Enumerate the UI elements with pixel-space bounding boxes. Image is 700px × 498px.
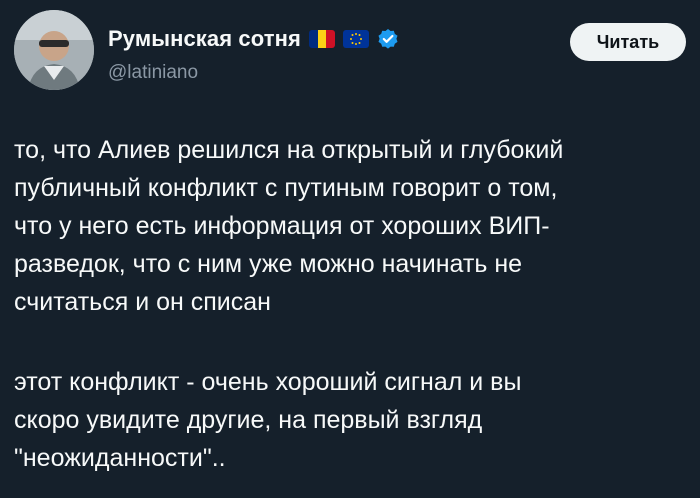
- tweet-header: Румынская сотня @latiniano Читать: [14, 10, 686, 94]
- follow-button[interactable]: Читать: [570, 23, 686, 61]
- tweet-text: то, что Алиев решился на открытый и глуб…: [14, 131, 686, 477]
- author-display-name[interactable]: Румынская сотня: [108, 26, 301, 52]
- verified-badge-icon: [377, 28, 399, 50]
- avatar[interactable]: [14, 10, 94, 90]
- tweet-paragraph: этот конфликт - очень хороший сигнал и в…: [14, 368, 522, 472]
- avatar-photo: [14, 10, 94, 90]
- flag-romania-icon: [308, 30, 335, 48]
- author-name-row: Румынская сотня: [108, 26, 399, 52]
- flag-eu-icon: [342, 30, 369, 48]
- author-handle[interactable]: @latiniano: [108, 62, 198, 84]
- tweet-paragraph: то, что Алиев решился на открытый и глуб…: [14, 136, 564, 316]
